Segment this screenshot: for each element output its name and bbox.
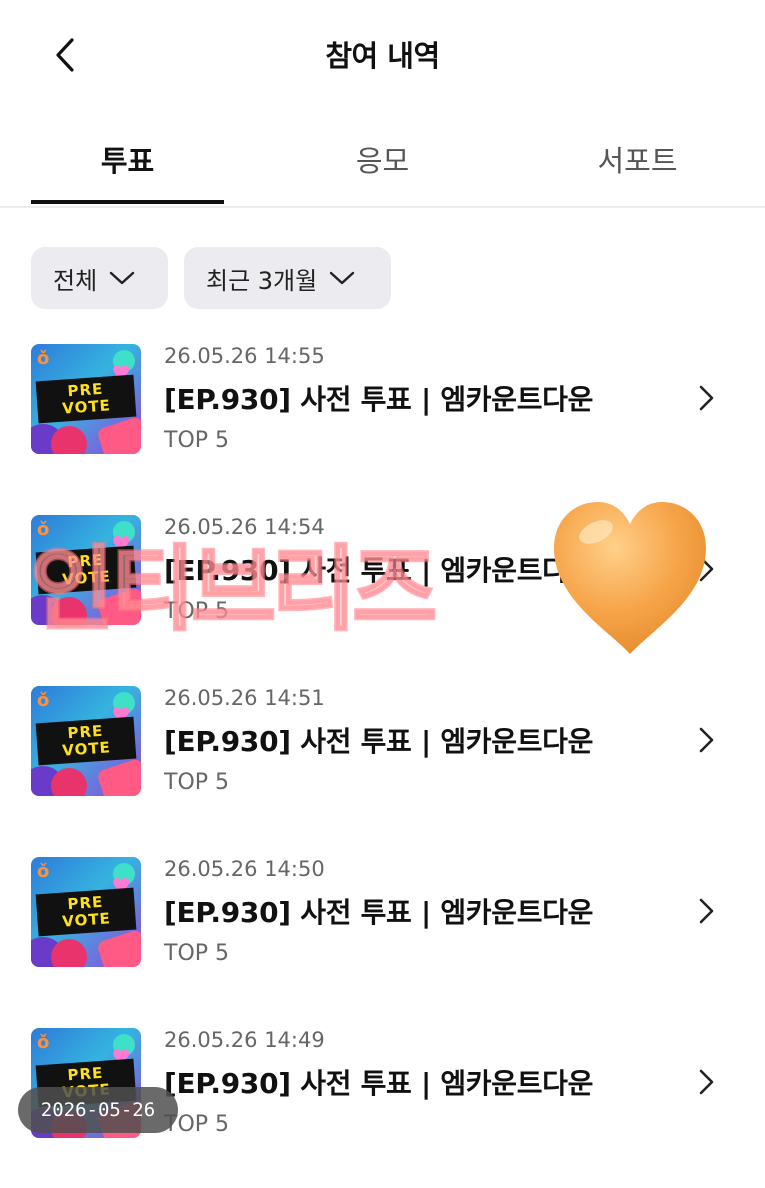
thumbnail-text-vote: VOTE — [61, 909, 112, 931]
list-item[interactable]: ǒ♥ PREVOTE 26.05.26 14:55 [EP.930] 사전 투표… — [0, 344, 765, 504]
list-item[interactable]: ǒ♥ PREVOTE 26.05.26 14:54 [EP.930] 사전 투표… — [0, 515, 765, 675]
chevron-right-icon — [699, 385, 714, 411]
category-filter-dropdown[interactable]: 전체 — [31, 247, 168, 309]
tab-bar: 투표 응모 서포트 — [0, 110, 765, 208]
item-datetime: 26.05.26 14:51 — [164, 686, 325, 710]
item-datetime: 26.05.26 14:54 — [164, 515, 325, 539]
item-subtitle: TOP 5 — [164, 428, 230, 453]
active-tab-indicator — [31, 200, 224, 204]
page-title: 참여 내역 — [325, 39, 440, 73]
tab-vote[interactable]: 투표 — [31, 138, 224, 180]
thumbnail-text-vote: VOTE — [61, 567, 112, 589]
tab-support[interactable]: 서포트 — [541, 138, 734, 180]
chevron-right-icon — [699, 1069, 714, 1095]
top-bar: 참여 내역 — [0, 0, 765, 110]
period-filter-dropdown[interactable]: 최근 3개월 — [184, 247, 391, 309]
item-title: [EP.930] 사전 투표 | 엠카운트다운 — [164, 896, 594, 929]
item-title: [EP.930] 사전 투표 | 엠카운트다운 — [164, 725, 594, 758]
thumbnail-text-vote: VOTE — [61, 738, 112, 760]
chevron-down-icon — [109, 271, 135, 285]
item-subtitle: TOP 5 — [164, 770, 230, 795]
item-title: [EP.930] 사전 투표 | 엠카운트다운 — [164, 1067, 594, 1100]
tab-entry[interactable]: 응모 — [286, 138, 479, 180]
date-stamp: 2026-05-26 — [18, 1087, 178, 1133]
item-datetime: 26.05.26 14:49 — [164, 1028, 325, 1052]
pre-vote-thumbnail: ǒ♥ PREVOTE — [31, 857, 141, 967]
item-datetime: 26.05.26 14:55 — [164, 344, 325, 368]
item-title: [EP.930] 사전 투표 | 엠카운트다운 — [164, 554, 594, 587]
chevron-right-icon — [699, 727, 714, 753]
list-item[interactable]: ǒ♥ PREVOTE 26.05.26 14:50 [EP.930] 사전 투표… — [0, 857, 765, 1017]
pre-vote-thumbnail: ǒ♥ PREVOTE — [31, 515, 141, 625]
category-filter-label: 전체 — [53, 266, 98, 295]
chevron-down-icon — [330, 271, 355, 285]
list-item[interactable]: ǒ♥ PREVOTE 26.05.26 14:51 [EP.930] 사전 투표… — [0, 686, 765, 846]
item-subtitle: TOP 5 — [164, 941, 230, 966]
item-subtitle: TOP 5 — [164, 599, 230, 624]
item-datetime: 26.05.26 14:50 — [164, 857, 325, 881]
chevron-right-icon — [699, 898, 714, 924]
pre-vote-thumbnail: ǒ♥ PREVOTE — [31, 686, 141, 796]
period-filter-label: 최근 3개월 — [206, 266, 318, 295]
thumbnail-text-vote: VOTE — [61, 396, 112, 418]
pre-vote-thumbnail: ǒ♥ PREVOTE — [31, 344, 141, 454]
chevron-right-icon — [699, 556, 714, 582]
item-title: [EP.930] 사전 투표 | 엠카운트다운 — [164, 383, 594, 416]
